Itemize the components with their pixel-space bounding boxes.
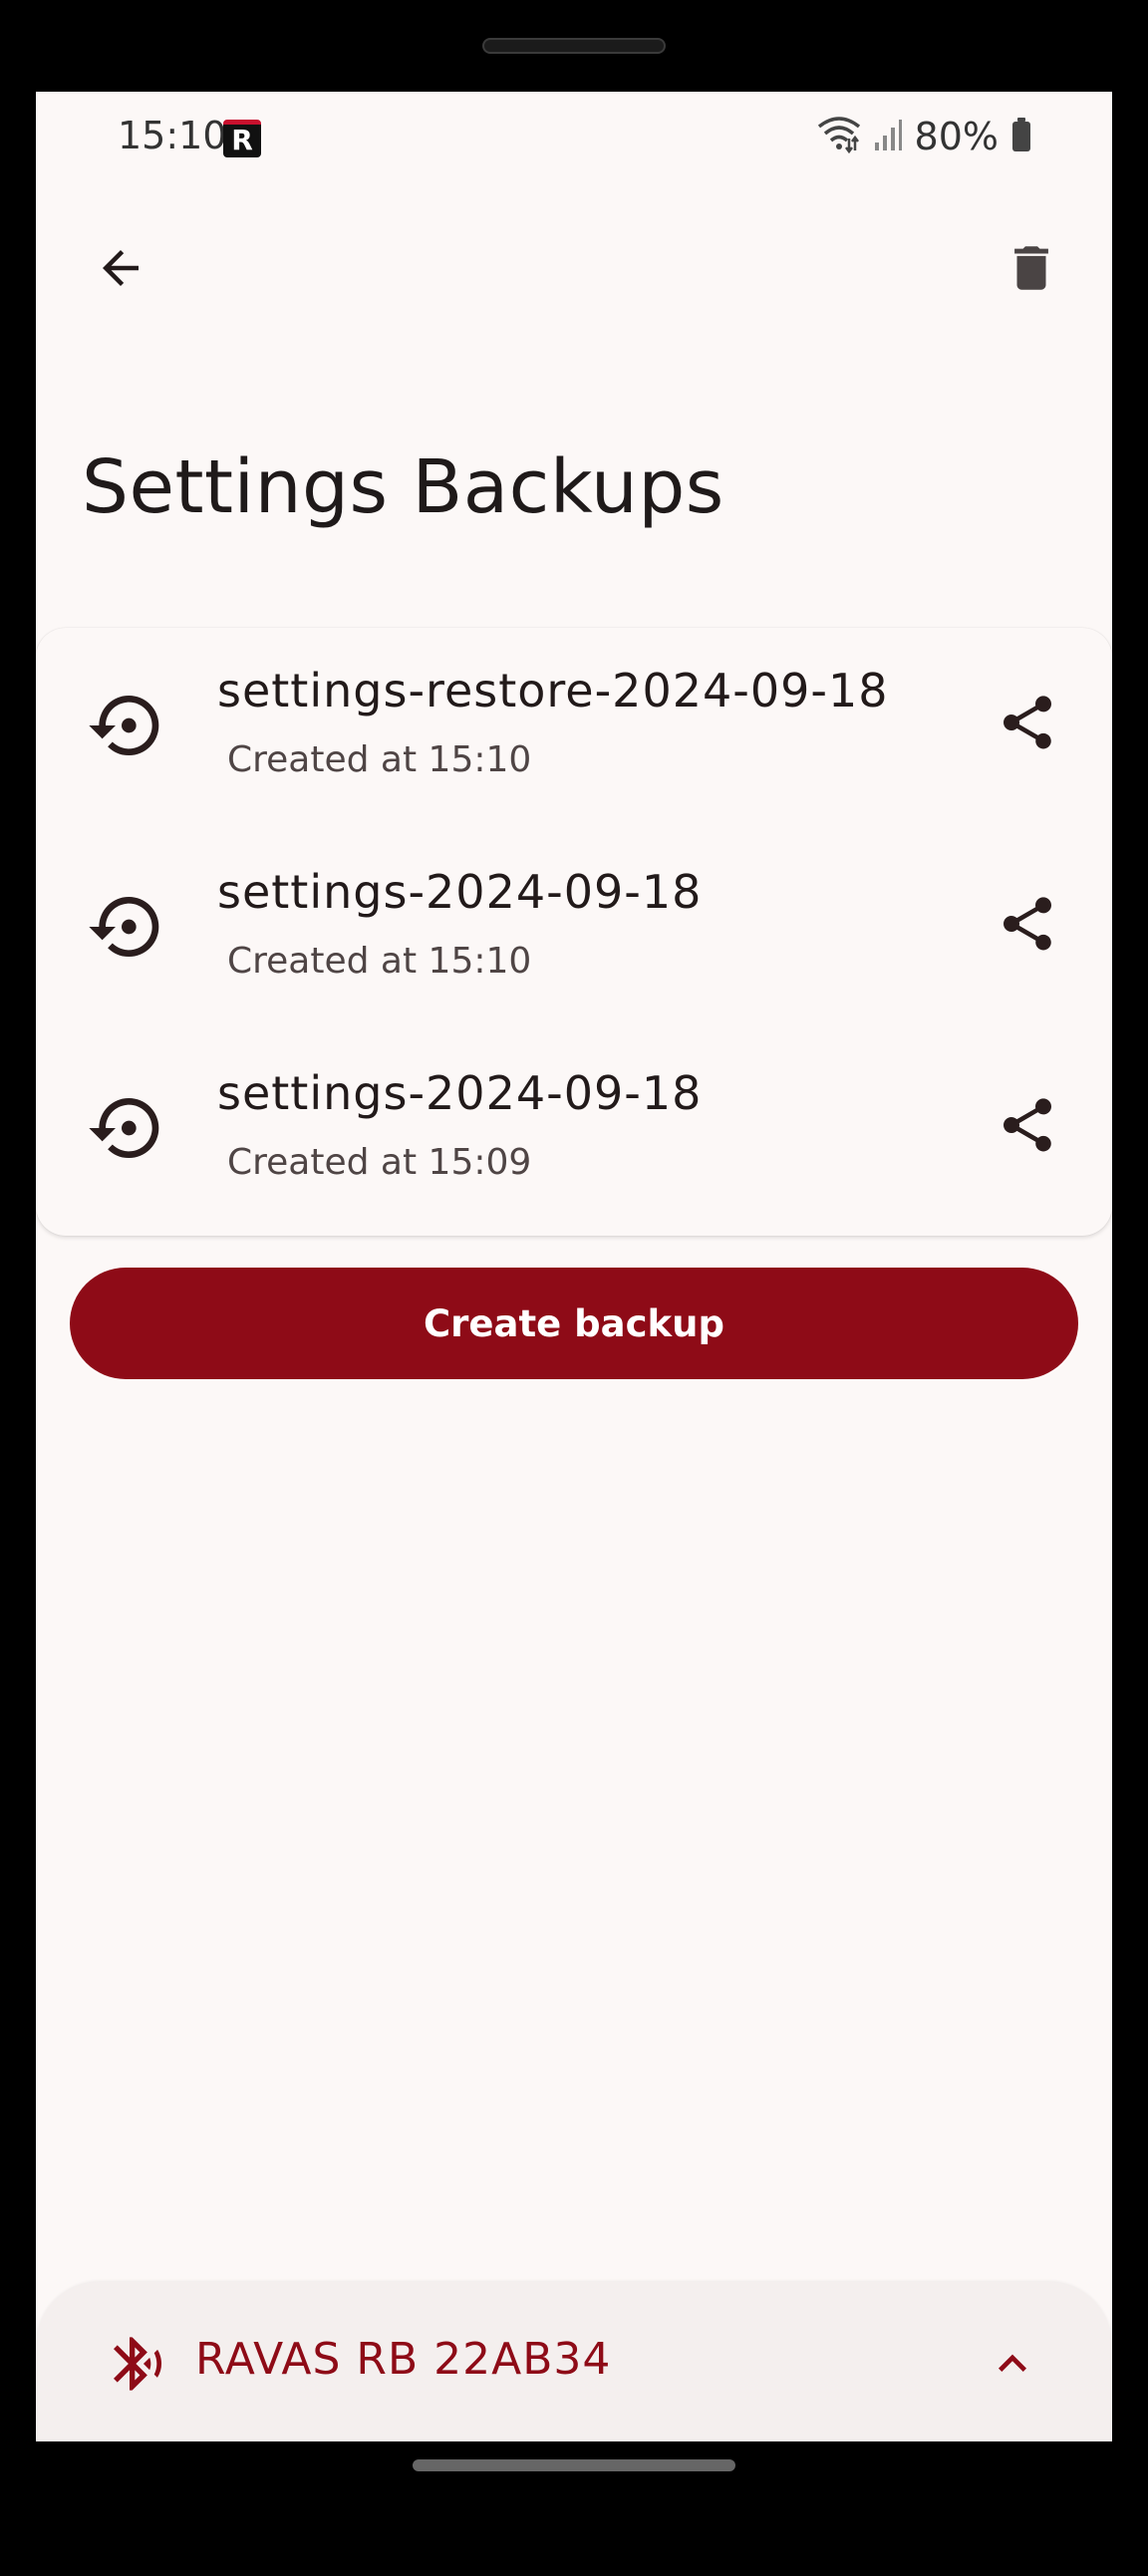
restore-icon [86,887,165,967]
share-icon [996,892,1059,960]
share-icon [996,1093,1059,1161]
battery-percentage: 80% [914,115,999,158]
earpiece-speaker [482,38,666,54]
backup-name: settings-restore-2024-09-18 [217,664,889,717]
phone-frame: 15:10 R 80% Settings Backups settings-re… [0,0,1148,2576]
share-button[interactable] [985,682,1070,767]
chevron-up-icon [985,2336,1040,2396]
arrow-back-icon [94,241,147,299]
backup-name: settings-2024-09-18 [217,1066,703,1120]
app-notification-icon: R [223,120,261,157]
backup-created-time: Created at 15:10 [227,739,532,780]
wifi-icon [817,115,861,158]
delete-button[interactable] [987,225,1076,315]
backup-list-item[interactable]: settings-restore-2024-09-18 Created at 1… [36,628,1112,829]
backup-list-item[interactable]: settings-2024-09-18 Created at 15:09 [36,1030,1112,1232]
bluetooth-icon [106,2332,169,2396]
backups-list: settings-restore-2024-09-18 Created at 1… [36,628,1112,1236]
battery-icon [1010,117,1032,156]
expand-sheet-button[interactable] [973,2326,1052,2406]
status-bar: 15:10 R 80% [36,92,1112,181]
cellular-signal-icon [873,117,903,156]
home-gesture-bar[interactable] [413,2459,735,2471]
create-backup-button[interactable]: Create backup [70,1268,1078,1379]
backup-created-time: Created at 15:10 [227,941,532,982]
trash-icon [1003,239,1060,301]
restore-icon [86,1088,165,1168]
share-icon [996,691,1059,758]
connected-device-name: RAVAS RB 22AB34 [195,2334,612,2385]
share-button[interactable] [985,1084,1070,1170]
app-screen: 15:10 R 80% Settings Backups settings-re… [36,92,1112,2441]
backup-created-time: Created at 15:09 [227,1142,532,1183]
share-button[interactable] [985,883,1070,969]
page-title: Settings Backups [82,444,724,530]
backup-name: settings-2024-09-18 [217,865,703,919]
connected-device-sheet[interactable]: RAVAS RB 22AB34 [36,2282,1112,2441]
status-indicators: 80% [817,114,1032,159]
backup-list-item[interactable]: settings-2024-09-18 Created at 15:10 [36,829,1112,1030]
top-app-bar [36,211,1112,331]
status-time: 15:10 [118,114,227,157]
restore-icon [86,686,165,765]
back-button[interactable] [76,225,165,315]
